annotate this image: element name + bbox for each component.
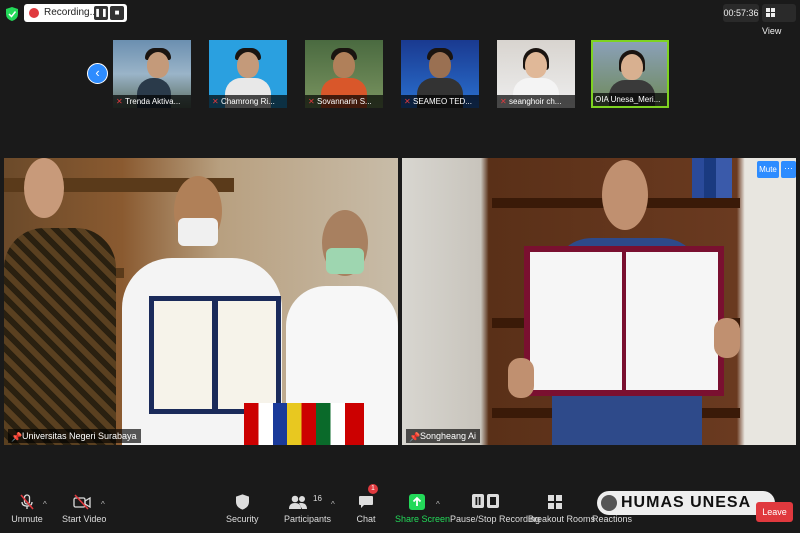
participant-thumbnail[interactable]: ✕ seanghoir ch... [497, 40, 575, 108]
breakout-rooms-icon [548, 495, 562, 509]
participant-name: Trenda Aktiva... [125, 97, 181, 106]
muted-mic-icon: ✕ [500, 97, 507, 106]
pause-stop-icon [472, 494, 499, 508]
view-button[interactable]: View [762, 4, 796, 36]
reactions-label: Reactions [592, 514, 633, 524]
participant-name: seanghoir ch... [509, 97, 562, 106]
meeting-timer: 00:57:36 [723, 4, 759, 22]
share-screen-button[interactable]: Share Screen [395, 486, 451, 531]
pause-stop-recording-label: Pause/Stop Recording [450, 514, 541, 524]
tile-participant-name: Universitas Negeri Surabaya [22, 431, 137, 441]
chat-bubble-icon [359, 496, 373, 508]
video-tile[interactable]: 📌 Universitas Negeri Surabaya [4, 158, 398, 445]
participant-thumbnail[interactable]: ✕ Trenda Aktiva... [113, 40, 191, 108]
chevron-left-icon: ‹ [95, 65, 100, 80]
chat-unread-badge: 1 [368, 484, 378, 494]
muted-mic-icon: ✕ [404, 97, 411, 106]
recording-label: Recording... [44, 7, 98, 18]
muted-mic-icon: ✕ [116, 97, 123, 106]
video-off-icon [73, 494, 91, 510]
security-button[interactable]: Security [226, 486, 259, 531]
participant-thumbnail[interactable]: ✕ SEAMEO TED... [401, 40, 479, 108]
breakout-rooms-button[interactable]: Breakout Rooms [528, 486, 596, 531]
muted-mic-icon: ✕ [308, 97, 315, 106]
security-label: Security [226, 514, 259, 524]
chevron-up-icon[interactable]: ^ [331, 500, 335, 509]
start-video-label: Start Video [62, 514, 107, 524]
humas-unesa-watermark: HUMAS UNESA [597, 491, 775, 515]
grid-view-icon [766, 8, 775, 17]
leave-meeting-button[interactable]: Leave [756, 502, 793, 522]
recording-dot-icon [29, 8, 39, 18]
chevron-up-icon[interactable]: ^ [43, 500, 47, 509]
tile-participant-name: Songheang Ai [420, 431, 477, 441]
muted-microphone-icon [20, 494, 34, 510]
recording-indicator: Recording... ❚❚ ■ [24, 4, 127, 22]
view-label: View [762, 26, 782, 36]
pin-icon: 📌 [11, 432, 23, 442]
unmute-button[interactable]: Unmute [8, 486, 46, 531]
share-screen-icon [409, 494, 425, 510]
muted-mic-icon: ✕ [212, 97, 219, 106]
mute-participant-button[interactable]: Mute [757, 161, 779, 178]
chevron-up-icon[interactable]: ^ [101, 500, 105, 509]
pause-recording-icon[interactable]: ❚❚ [94, 6, 108, 20]
logo-icon [601, 495, 617, 511]
participant-thumbnail[interactable]: ✕ Chamrong Ri... [209, 40, 287, 108]
participants-label: Participants [284, 514, 332, 524]
security-shield-icon [6, 7, 18, 21]
unmute-label: Unmute [11, 514, 43, 524]
stop-recording-icon[interactable]: ■ [110, 6, 124, 20]
participants-button[interactable]: 16 Participants [284, 486, 332, 531]
participant-name: SEAMEO TED... [413, 97, 472, 106]
pin-icon: 📌 [409, 432, 421, 442]
participants-icon [289, 495, 307, 509]
pause-stop-recording-button[interactable]: Pause/Stop Recording [450, 486, 541, 531]
previous-page-button[interactable]: ‹ [87, 63, 108, 84]
participants-count: 16 [313, 494, 322, 503]
participant-name: Chamrong Ri... [221, 97, 275, 106]
top-bar: Recording... ❚❚ ■ 00:57:36 View [0, 0, 800, 36]
participant-name: Sovannarin S... [317, 97, 372, 106]
more-options-button[interactable]: ··· [781, 161, 796, 178]
video-tile[interactable]: 📌 Songheang Ai [402, 158, 796, 445]
watermark-text: HUMAS UNESA [621, 494, 752, 511]
participant-name: OIA Unesa_Meri... [595, 95, 661, 104]
chat-label: Chat [356, 514, 376, 524]
breakout-rooms-label: Breakout Rooms [528, 514, 596, 524]
chat-button[interactable]: 1 Chat [353, 484, 379, 531]
chevron-up-icon[interactable]: ^ [436, 500, 440, 509]
participant-thumbnail[interactable]: ✕ Sovannarin S... [305, 40, 383, 108]
start-video-button[interactable]: Start Video [62, 486, 107, 531]
share-screen-label: Share Screen [395, 514, 451, 524]
participant-thumbnail-active-speaker[interactable]: OIA Unesa_Meri... [591, 40, 669, 108]
shield-icon [235, 494, 249, 510]
